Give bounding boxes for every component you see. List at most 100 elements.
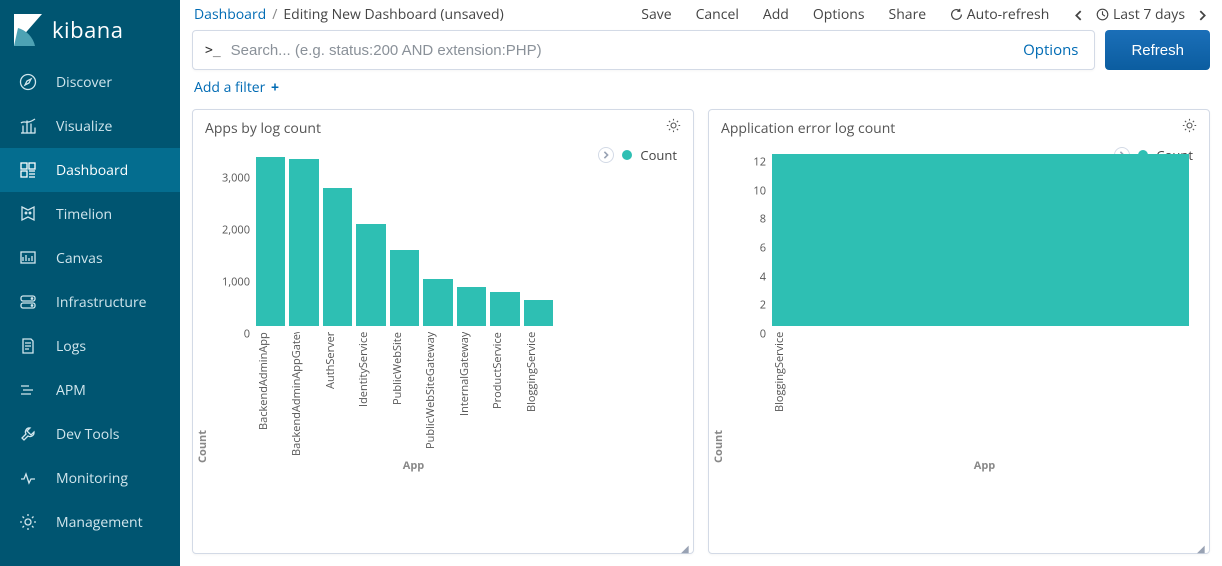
topnav-add[interactable]: Add: [763, 5, 789, 24]
plus-icon: +: [271, 78, 279, 97]
infrastructure-icon: [18, 292, 38, 312]
bar[interactable]: [524, 300, 553, 326]
y-tick: 10: [753, 183, 766, 198]
sidebar-item-devtools[interactable]: Dev Tools: [0, 412, 180, 456]
gear-icon: [1182, 118, 1197, 133]
refresh-icon: [950, 8, 963, 21]
y-tick: 6: [760, 241, 766, 256]
add-filter-label: Add a filter: [194, 78, 265, 97]
bar[interactable]: [772, 154, 1189, 326]
bar-chart-icon: [18, 116, 38, 136]
y-tick: 0: [760, 327, 766, 342]
y-axis-ticks: 01,0002,0003,000: [216, 154, 254, 334]
bar[interactable]: [490, 292, 519, 326]
canvas-icon: [18, 248, 38, 268]
sidebar-item-apm[interactable]: APM: [0, 368, 180, 412]
panel-application-error-log-count: Application error log count Count Count …: [708, 109, 1210, 554]
clock-icon: [1096, 8, 1109, 21]
filter-bar: Add a filter +: [180, 78, 1222, 109]
bar[interactable]: [423, 279, 452, 326]
sidebar-item-management[interactable]: Management: [0, 500, 180, 544]
main-content: Dashboard / Editing New Dashboard (unsav…: [180, 0, 1222, 566]
x-tick: BloggingService: [524, 332, 553, 456]
x-axis-ticks: BackendAdminAppBackendAdminAppGatewayAut…: [254, 326, 693, 456]
x-tick: BackendAdminAppGateway: [289, 332, 318, 456]
query-options-link[interactable]: Options: [1023, 40, 1082, 60]
refresh-button[interactable]: Refresh: [1105, 30, 1210, 70]
bar[interactable]: [289, 159, 318, 326]
y-tick: 4: [760, 269, 766, 284]
chevron-left-icon: [1073, 10, 1084, 21]
y-axis-ticks: 024681012: [732, 154, 770, 334]
brand-name: kibana: [52, 15, 124, 45]
heartbeat-icon: [18, 468, 38, 488]
bar-column: [524, 300, 553, 326]
bar-column: [256, 157, 285, 326]
bar[interactable]: [390, 250, 419, 326]
sidebar-item-timelion[interactable]: Timelion: [0, 192, 180, 236]
sidebar-item-label: Timelion: [56, 205, 112, 224]
compass-icon: [18, 72, 38, 92]
bar[interactable]: [457, 287, 486, 326]
y-tick: 2: [760, 298, 766, 313]
bar-column: [323, 188, 352, 326]
x-tick: InternalGateway: [457, 332, 486, 456]
x-axis-label: App: [770, 456, 1209, 473]
plot-area: BloggingService App: [770, 146, 1209, 553]
sidebar-item-canvas[interactable]: Canvas: [0, 236, 180, 280]
panel-header: Application error log count: [709, 110, 1209, 146]
chevron-right-icon: [1197, 10, 1208, 21]
topnav-share[interactable]: Share: [889, 5, 927, 24]
sidebar-item-dashboard[interactable]: Dashboard: [0, 148, 180, 192]
y-tick: 8: [760, 212, 766, 227]
topnav-autorefresh[interactable]: Auto-refresh: [950, 5, 1049, 24]
x-axis-label: App: [254, 456, 693, 473]
brand-logo[interactable]: kibana: [0, 0, 180, 60]
add-filter-link[interactable]: Add a filter +: [194, 78, 279, 97]
y-tick: 0: [244, 327, 250, 342]
topnav-options[interactable]: Options: [813, 5, 865, 24]
timerange-next[interactable]: [1197, 5, 1208, 24]
panel-settings-button[interactable]: [666, 118, 681, 138]
search-input[interactable]: [231, 42, 1013, 59]
panel-header: Apps by log count: [193, 110, 693, 146]
plot-area: BackendAdminAppBackendAdminAppGatewayAut…: [254, 146, 693, 553]
bar-column: [772, 154, 1189, 326]
sidebar-item-logs[interactable]: Logs: [0, 324, 180, 368]
panel-settings-button[interactable]: [1182, 118, 1197, 138]
y-tick: 1,000: [222, 274, 250, 289]
panel-resize-handle[interactable]: ◢: [1197, 541, 1207, 551]
logs-icon: [18, 336, 38, 356]
sidebar-item-infrastructure[interactable]: Infrastructure: [0, 280, 180, 324]
sidebar-item-label: Monitoring: [56, 469, 128, 488]
bar[interactable]: [323, 188, 352, 326]
y-tick: 12: [753, 155, 766, 170]
x-tick: AuthServer: [323, 332, 352, 456]
bar[interactable]: [356, 224, 385, 326]
topnav-timerange[interactable]: Last 7 days: [1096, 5, 1185, 24]
breadcrumb: Dashboard / Editing New Dashboard (unsav…: [194, 5, 504, 24]
sidebar-item-discover[interactable]: Discover: [0, 60, 180, 104]
nav-list: Discover Visualize Dashboard Timelion Ca…: [0, 60, 180, 544]
timerange-prev[interactable]: [1073, 5, 1084, 24]
chart-body: Count 024681012 BloggingService App: [709, 146, 1209, 553]
sidebar-item-visualize[interactable]: Visualize: [0, 104, 180, 148]
sidebar-item-label: Visualize: [56, 117, 112, 136]
bar-column: [289, 159, 318, 326]
topnav-cancel[interactable]: Cancel: [696, 5, 739, 24]
chart-body: Count 01,0002,0003,000 BackendAdminAppBa…: [193, 146, 693, 553]
bar-column: [423, 279, 452, 326]
panel-resize-handle[interactable]: ◢: [681, 541, 691, 551]
topnav-save[interactable]: Save: [641, 5, 671, 24]
sidebar-item-label: Discover: [56, 73, 112, 92]
x-axis-ticks: BloggingService: [770, 326, 1209, 456]
apm-icon: [18, 380, 38, 400]
x-tick: PublicWebSiteGateway: [423, 332, 452, 456]
chart-bars: [254, 146, 693, 326]
sidebar-item-monitoring[interactable]: Monitoring: [0, 456, 180, 500]
breadcrumb-root[interactable]: Dashboard: [194, 5, 266, 24]
query-input-container: >_ Options: [192, 30, 1095, 70]
bar[interactable]: [256, 157, 285, 326]
sidebar-item-label: APM: [56, 381, 86, 400]
bar-column: [356, 224, 385, 326]
